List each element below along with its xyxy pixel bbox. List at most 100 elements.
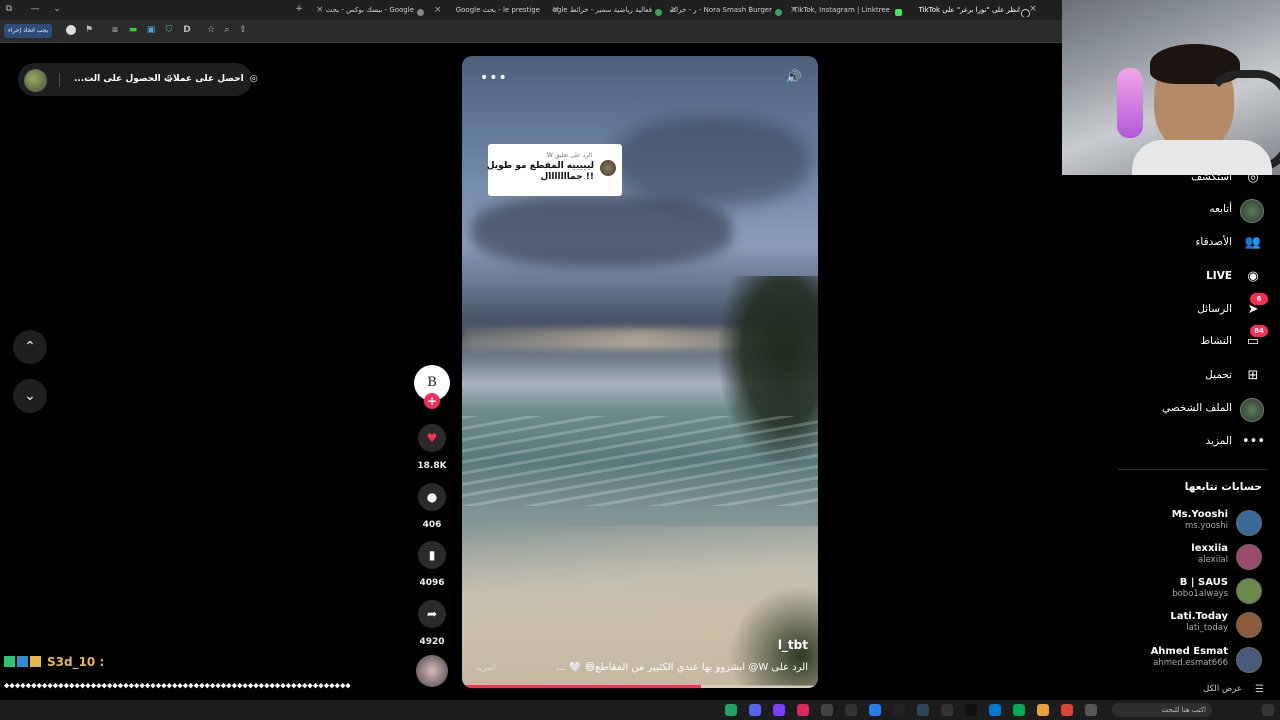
extension-blue-icon[interactable]: ▣ — [146, 25, 156, 35]
get-app-button[interactable]: ▯ الحصول على الت... — [74, 73, 172, 86]
progress-bar — [462, 685, 701, 688]
chevron-down-icon: ⌄ — [24, 388, 36, 404]
extension-green-icon[interactable]: ▬ — [128, 25, 138, 35]
tab-google-maps-1[interactable]: × فعالية رياضية سمير - خرائط Google — [552, 3, 664, 17]
taskbar-app-icon[interactable] — [965, 704, 977, 716]
save-button[interactable]: ▮ — [418, 541, 446, 569]
extension-d-icon[interactable]: D — [182, 25, 192, 35]
tab-close-icon[interactable]: × — [434, 3, 442, 17]
share-icon[interactable]: ⇪ — [238, 25, 248, 35]
caption-more-link[interactable]: المزيد — [476, 663, 496, 672]
followed-account[interactable]: Lati.Today lati_today — [1064, 610, 1264, 644]
window-restore-icon[interactable]: ⧉ — [4, 4, 14, 14]
extension-icon[interactable]: ⚑ — [84, 25, 94, 35]
taskbar-app-icon[interactable] — [821, 704, 833, 716]
windows-start-icon[interactable] — [1262, 704, 1274, 716]
sidebar-item-profile[interactable]: الملف الشخصي — [1014, 398, 1264, 422]
volume-icon[interactable]: 🔊 — [786, 70, 802, 85]
tab-close-icon[interactable]: × — [790, 3, 798, 17]
taskbar-app-icon[interactable] — [893, 704, 905, 716]
window-menu-icon[interactable]: ⌄ — [52, 4, 62, 14]
top-actions-pill: ▯ الحصول على الت... ◎ احصل على عملات — [18, 63, 258, 96]
chrome-icon[interactable] — [1061, 704, 1073, 716]
share-button[interactable]: ➦ — [418, 600, 446, 628]
bookmark-icon: ▮ — [428, 548, 436, 562]
taskbar-app-icon[interactable] — [941, 704, 953, 716]
tab-close-icon[interactable]: × — [670, 3, 678, 17]
shield-icon[interactable]: ⛉ — [164, 25, 174, 35]
more-icon: ••• — [1242, 434, 1266, 449]
followed-account[interactable]: Ahmed Esmat ahmed.esmat666 — [1064, 645, 1264, 679]
sidebar-item-upload[interactable]: ⊞ تحميل — [1014, 365, 1264, 389]
task-view-icon[interactable] — [1085, 704, 1097, 716]
chat-emote-line: ◆◆◆◆◆◆◆◆◆◆◆◆◆◆◆◆◆◆◆◆◆◆◆◆◆◆◆◆◆◆◆◆◆◆◆◆◆◆◆◆… — [4, 681, 351, 691]
minimize-icon[interactable]: — — [30, 4, 40, 14]
taskbar-app-icon[interactable] — [845, 704, 857, 716]
taskbar-app-icon[interactable] — [869, 704, 881, 716]
reply-card-text: ليييييه المقطع مو طويل !! جمااااااال — [486, 161, 594, 182]
sidebar-item-messages[interactable]: ➤ 6 الرسائل — [1014, 293, 1268, 323]
sidebar-item-friends[interactable]: 👥 الأصدقاء — [1014, 232, 1264, 256]
tab-google-search-2[interactable]: × le prestige - بحث Google — [434, 3, 544, 17]
see-all-link[interactable]: ☰ عرض الكل — [1174, 684, 1264, 698]
profile-avatar — [1240, 398, 1264, 422]
comment-button[interactable]: ● — [418, 483, 446, 511]
activity-badge: 84 — [1250, 325, 1268, 337]
tab-linktree[interactable]: × TikTok, Instagram | Linktree — [790, 3, 902, 17]
sidebar-item-activity[interactable]: ▭ 84 النشاط — [1014, 325, 1268, 355]
account-avatar — [1236, 612, 1262, 638]
upload-icon: ⊞ — [1247, 368, 1259, 383]
new-tab-icon[interactable]: + — [294, 4, 304, 14]
video-frame-waves — [462, 416, 818, 506]
taskbar-app-icon[interactable] — [797, 704, 809, 716]
webcam-overlay — [1062, 0, 1280, 175]
tab-tiktok-active[interactable]: انظر على "نورا برغر" على TikTok — [910, 3, 1030, 17]
discord-icon[interactable] — [749, 704, 761, 716]
sidebar-item-explore[interactable]: ◎ استكشف — [1014, 167, 1264, 191]
account-avatar — [1236, 510, 1262, 536]
linktree-favicon-icon — [895, 9, 902, 16]
tab-google-maps-2[interactable]: × Nora Smash Burger - ر - خرائط — [670, 3, 784, 17]
taskbar-app-icon[interactable] — [1013, 704, 1025, 716]
sidebar-item-more[interactable]: ••• المزيد — [1014, 431, 1266, 455]
puzzle-icon[interactable]: ⧈ — [110, 25, 120, 35]
sidebar-item-live[interactable]: ◉ LIVE — [1014, 266, 1264, 290]
taskbar-app-icon[interactable] — [773, 704, 785, 716]
followed-account[interactable]: Ms.Yooshi ms.yooshi — [1064, 508, 1264, 542]
taskbar-search-input[interactable]: اكتب هنا للبحث — [1112, 703, 1212, 717]
followed-account[interactable]: B | SAUS bobo1always — [1064, 576, 1264, 610]
video-author[interactable]: l_tbt — [778, 638, 808, 652]
like-button[interactable]: ♥ — [418, 424, 446, 452]
account-avatar — [1236, 578, 1262, 604]
bookmark-star-icon[interactable]: ☆ — [206, 25, 216, 35]
following-avatar — [1240, 199, 1264, 223]
followed-account[interactable]: lexxiia alexiial — [1064, 542, 1264, 576]
sidebar-item-following[interactable]: أتابعه — [1014, 199, 1264, 223]
comment-reply-card: الرد على تعليق W ليييييه المقطع مو طويل … — [487, 144, 622, 196]
divider — [59, 73, 60, 87]
chat-badge-icon — [4, 656, 15, 667]
steam-icon[interactable] — [917, 704, 929, 716]
profile-icon[interactable] — [66, 25, 76, 35]
tab-close-icon[interactable]: × — [316, 3, 324, 17]
share-arrow-icon: ➦ — [426, 607, 438, 621]
taskbar-app-icon[interactable] — [725, 704, 737, 716]
search-icon[interactable]: ⌕ — [222, 25, 232, 35]
follow-plus-icon[interactable]: + — [424, 393, 440, 409]
folder-icon[interactable] — [1037, 704, 1049, 716]
next-video-button[interactable]: ⌄ — [13, 379, 47, 413]
previous-video-button[interactable]: ⌃ — [13, 330, 47, 364]
video-frame-cloud — [612, 116, 812, 206]
tab-close-icon[interactable]: × — [1028, 4, 1038, 14]
action-required-button[interactable]: يجب اتخاذ إجراء — [4, 24, 53, 38]
get-coins-button[interactable]: ◎ احصل على عملات — [164, 73, 258, 86]
tab-close-icon[interactable]: × — [552, 3, 560, 17]
sidebar-divider — [1118, 469, 1268, 470]
video-caption: الرد على W@ ابشروو بها عندي الكثيير من ا… — [556, 662, 808, 673]
video-player[interactable]: ••• 🔊 الرد على تعليق W ليييييه المقطع مو… — [462, 56, 818, 688]
more-options-icon[interactable]: ••• — [480, 70, 508, 86]
user-avatar[interactable] — [24, 69, 47, 92]
reply-card-header: الرد على تعليق W — [546, 152, 592, 159]
taskbar-app-icon[interactable] — [989, 704, 1001, 716]
tab-google-search-1[interactable]: × Google - بيسك بوكس - بحث — [316, 3, 426, 17]
